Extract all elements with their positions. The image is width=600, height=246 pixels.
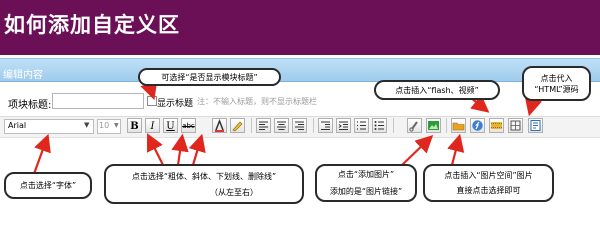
callout-insert-flash-text: 点击插入“flash、视频” bbox=[395, 85, 479, 95]
callout-show-title: 可选择“是否显示模块标题” bbox=[138, 68, 281, 86]
callout-text-style-line2: （从左至右） bbox=[209, 187, 258, 197]
callout-insert-html: 点击代入 “HTML”源码 bbox=[522, 66, 591, 101]
callout-font-select: 点击选择“字体” bbox=[4, 172, 92, 199]
callout-image-space: 点击插入“图片空间”图片 直接点击选择即可 bbox=[423, 164, 554, 202]
callout-image-space-line2: 直接点击选择即可 bbox=[456, 186, 521, 195]
callout-image-space-line1: 点击插入“图片空间”图片 bbox=[444, 171, 533, 180]
callout-text-style-line1: 点击选择“粗体、斜体、下划线、删除线” bbox=[131, 171, 277, 181]
callout-insert-html-line2: “HTML”源码 bbox=[534, 84, 579, 94]
callout-font-select-text: 点击选择“字体” bbox=[19, 181, 77, 190]
callout-add-image-line1: 点击“添加图片” bbox=[337, 170, 395, 179]
callout-add-image: 点击“添加图片” 添加的是“图片链接” bbox=[315, 164, 417, 202]
callout-insert-flash: 点击插入“flash、视频” bbox=[374, 80, 500, 100]
callout-show-title-text: 可选择“是否显示模块标题” bbox=[161, 72, 258, 82]
callout-arrows bbox=[32, 80, 542, 175]
callout-insert-html-line1: 点击代入 bbox=[540, 73, 573, 83]
callout-text-style: 点击选择“粗体、斜体、下划线、删除线” （从左至右） bbox=[104, 164, 304, 204]
callout-add-image-line2: 添加的是“图片链接” bbox=[329, 187, 403, 196]
